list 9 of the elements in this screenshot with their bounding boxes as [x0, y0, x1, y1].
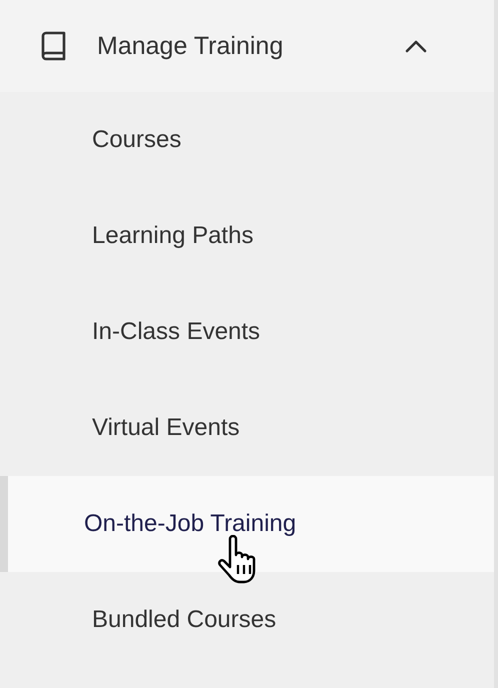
menu-item[interactable]: Virtual Events: [0, 380, 494, 476]
menu-item[interactable]: On-the-Job Training: [0, 476, 494, 572]
menu-item[interactable]: Courses: [0, 92, 494, 188]
book-icon: [40, 31, 68, 61]
section-header[interactable]: Manage Training: [0, 0, 494, 92]
section-title: Manage Training: [97, 32, 284, 60]
menu-item[interactable]: In-Class Events: [0, 284, 494, 380]
menu-item[interactable]: Bundled Courses: [0, 572, 494, 668]
menu-item[interactable]: Learning Paths: [0, 188, 494, 284]
